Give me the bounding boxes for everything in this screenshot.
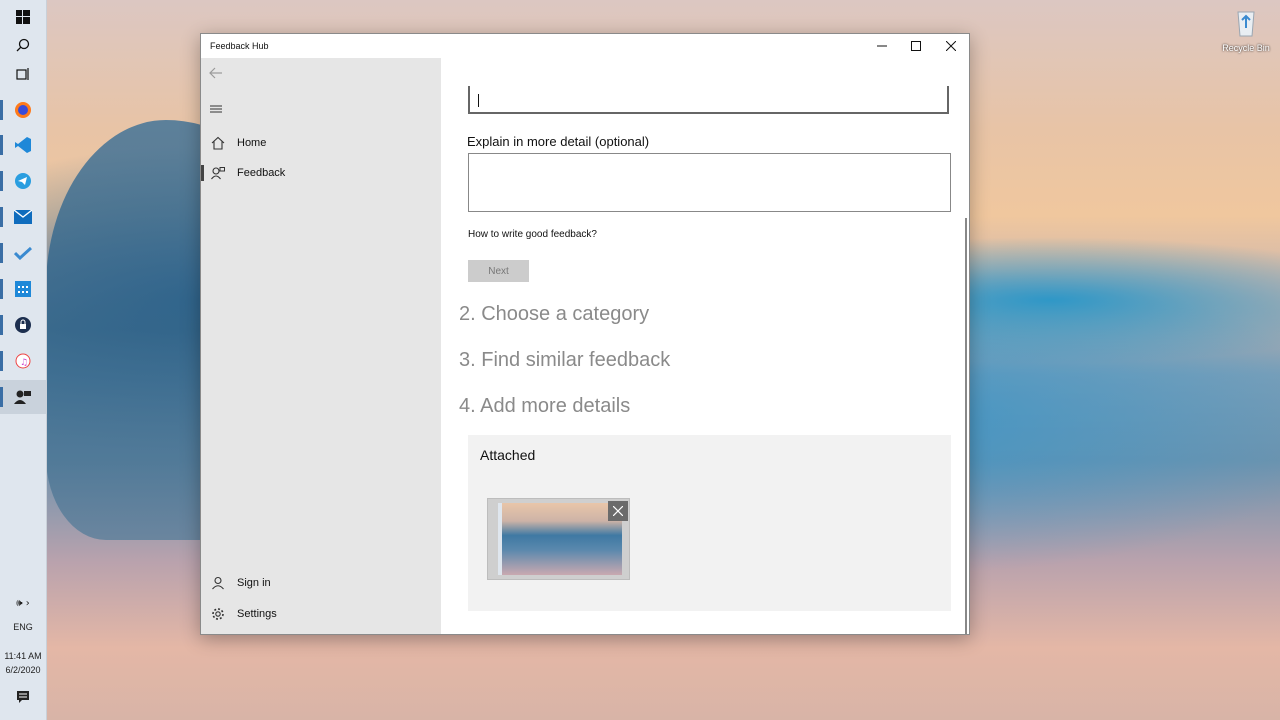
next-button[interactable]: Next [468,260,529,282]
screenshot-attachment[interactable] [487,498,630,580]
help-link[interactable]: How to write good feedback? [468,229,597,240]
recycle-bin[interactable]: Recycle Bin [1220,6,1272,53]
summary-input[interactable] [468,86,949,114]
taskbar-todo[interactable] [0,236,46,270]
nav-item-feedback[interactable]: Feedback [201,159,441,187]
music-icon: ♫ [15,353,31,369]
back-button[interactable] [209,66,223,80]
close-icon [613,506,623,516]
title-bar[interactable]: Feedback Hub [201,34,969,58]
notification-icon [17,691,29,703]
detail-label: Explain in more detail (optional) [467,134,650,149]
feedback-hub-window: Feedback Hub Home Feedback Sign in Setti… [200,33,970,635]
maximize-button[interactable] [899,34,933,58]
todo-icon [14,246,32,260]
taskbar-itunes[interactable]: ♫ [0,344,46,378]
step-add-details[interactable]: 4. Add more details [459,395,630,418]
nav-item-label: Settings [237,608,277,620]
minimize-button[interactable] [865,34,899,58]
screenshot-thumbnail [498,503,622,575]
detail-textarea[interactable] [468,153,951,212]
hamburger-icon [210,105,222,113]
taskbar-feedback-hub[interactable] [0,380,46,414]
thumbnail-taskbar [498,503,502,575]
back-arrow-icon [209,67,222,79]
feedback-form: Explain in more detail (optional) How to… [441,58,969,634]
taskbar-telegram[interactable] [0,164,46,198]
minimize-icon [877,45,887,47]
search-icon [16,38,30,52]
nav-item-sign-in[interactable]: Sign in [201,569,441,597]
close-icon [946,41,956,51]
taskbar-vscode[interactable] [0,128,46,162]
close-button[interactable] [934,34,968,58]
maximize-icon [911,41,921,51]
taskbar-vpn[interactable] [0,308,46,342]
vertical-scrollbar[interactable] [965,218,967,634]
svg-text:♫: ♫ [20,358,28,368]
taskbar: ♫ 🕪 › ENG 11:41 AM 6/2/2020 [0,0,47,720]
clock-time[interactable]: 11:41 AM [0,651,46,661]
task-view-button[interactable] [0,57,46,91]
task-view-icon [16,68,29,80]
window-title: Feedback Hub [210,41,269,51]
language-indicator[interactable]: ENG [0,622,46,632]
recycle-bin-label: Recycle Bin [1222,43,1270,53]
feedback-icon [211,167,225,180]
taskbar-firefox[interactable] [0,93,46,127]
nav-item-label: Home [237,137,267,149]
taskbar-calendar[interactable] [0,272,46,306]
taskbar-mail[interactable] [0,200,46,234]
firefox-icon [15,102,31,118]
remove-attachment-button[interactable] [608,501,628,521]
mail-icon [14,210,32,224]
home-icon [211,136,225,150]
tray-volume[interactable]: 🕪 › [0,588,46,618]
nav-item-label: Feedback [237,167,286,179]
nav-item-settings[interactable]: Settings [201,600,441,628]
gear-icon [212,608,224,620]
nav-item-home[interactable]: Home [201,129,441,157]
telegram-icon [15,173,31,189]
volume-icon: 🕪 › [16,597,30,609]
windows-icon [16,10,30,24]
navigation-pane: Home Feedback Sign in Settings [201,58,441,634]
calendar-icon [15,281,31,297]
attachments-title: Attached [480,447,536,463]
step-find-similar[interactable]: 3. Find similar feedback [459,349,670,372]
text-caret [478,94,479,107]
clock-date[interactable]: 6/2/2020 [0,665,46,675]
step-choose-category[interactable]: 2. Choose a category [459,303,649,326]
action-center-button[interactable] [0,680,46,714]
recycle-bin-icon [1237,11,1255,37]
hamburger-button[interactable] [210,100,224,113]
feedback-hub-icon [14,390,31,404]
vscode-icon [15,137,31,153]
lock-icon [15,317,31,333]
person-icon [212,576,224,590]
nav-item-label: Sign in [237,577,271,589]
attachments-panel: Attached [468,435,951,611]
